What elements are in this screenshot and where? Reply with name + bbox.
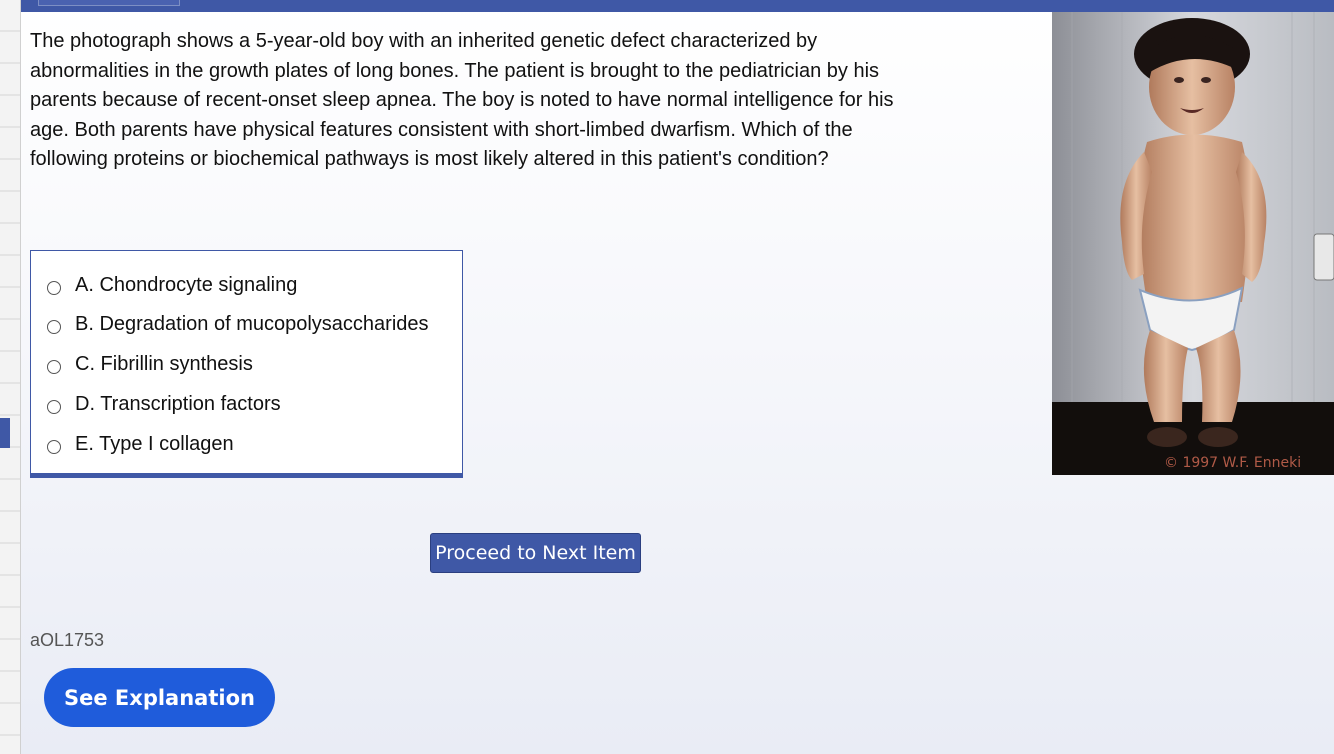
clinical-photograph[interactable]: © 1997 W.F. Enneki	[1052, 12, 1334, 475]
radio-button[interactable]	[47, 359, 61, 374]
radio-button[interactable]	[47, 280, 61, 295]
answer-choice-a[interactable]: A. Chondrocyte signaling	[47, 270, 297, 300]
answer-choices-box: A. Chondrocyte signaling B. Degradation …	[30, 250, 463, 478]
answer-choice-e[interactable]: E. Type I collagen	[47, 429, 234, 459]
photo-copyright: © 1997 W.F. Enneki	[1164, 455, 1301, 471]
answer-choice-label: E. Type I collagen	[75, 432, 234, 455]
current-question-marker	[0, 418, 10, 448]
proceed-next-item-button[interactable]: Proceed to Next Item	[430, 533, 641, 573]
see-explanation-button[interactable]: See Explanation	[44, 668, 275, 727]
radio-button[interactable]	[47, 399, 61, 414]
answer-choice-c[interactable]: C. Fibrillin synthesis	[47, 349, 253, 379]
answer-choice-label: D. Transcription factors	[75, 392, 281, 415]
photo-illustration: © 1997 W.F. Enneki	[1052, 12, 1334, 475]
toolbar-tab[interactable]	[38, 0, 180, 6]
answer-choice-label: A. Chondrocyte signaling	[75, 273, 298, 296]
left-question-rail[interactable]	[0, 0, 21, 754]
radio-button[interactable]	[47, 319, 61, 334]
answer-choice-b[interactable]: B. Degradation of mucopolysaccharides	[47, 309, 429, 339]
question-id: aOL1753	[30, 630, 105, 650]
top-toolbar	[20, 0, 1334, 12]
question-stem: The photograph shows a 5-year-old boy wi…	[30, 30, 894, 171]
answer-choice-d[interactable]: D. Transcription factors	[47, 389, 281, 419]
answer-choice-label: B. Degradation of mucopolysaccharides	[75, 312, 429, 335]
radio-button[interactable]	[47, 439, 61, 454]
answer-choice-label: C. Fibrillin synthesis	[75, 352, 253, 375]
